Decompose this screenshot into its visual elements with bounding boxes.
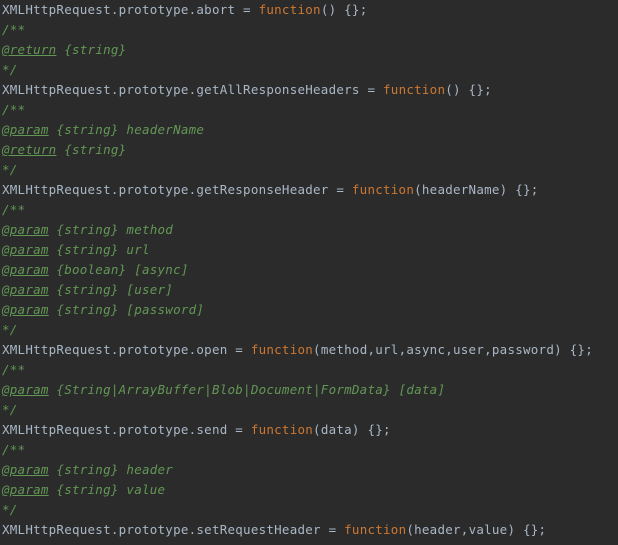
comment-line[interactable]: */: [0, 60, 618, 80]
code-line[interactable]: XMLHttpRequest.prototype.abort = functio…: [0, 0, 618, 20]
comment-line[interactable]: @param {string} url: [0, 240, 618, 260]
token-name: header: [118, 462, 174, 477]
token-type: {string}: [48, 482, 119, 497]
token-tag: @param: [2, 282, 49, 297]
token-plain: (data) {};: [313, 422, 391, 437]
comment-line[interactable]: */: [0, 160, 618, 180]
token-type: {String|ArrayBuffer|Blob|Document|FormDa…: [48, 382, 391, 397]
token-tag: @param: [2, 302, 49, 317]
token-keyword: function: [258, 2, 321, 17]
token-tag: @param: [2, 462, 49, 477]
token-name: [async]: [126, 262, 189, 277]
comment-line[interactable]: /**: [0, 100, 618, 120]
token-plain: () {};: [320, 2, 368, 17]
token-keyword: function: [250, 342, 314, 357]
token-delim: /**: [2, 22, 26, 37]
token-delim: /**: [2, 362, 26, 377]
comment-line[interactable]: @return {string}: [0, 40, 618, 60]
token-tag: @param: [2, 382, 49, 397]
comment-line[interactable]: /**: [0, 20, 618, 40]
comment-line[interactable]: @param {string} [user]: [0, 280, 618, 300]
token-delim: /**: [2, 442, 26, 457]
token-type: {string}: [48, 242, 119, 257]
token-delim: /**: [2, 102, 26, 117]
token-name: [password]: [118, 302, 205, 317]
token-tag: @param: [2, 222, 49, 237]
comment-line[interactable]: @param {string} headerName: [0, 120, 618, 140]
token-name: [data]: [390, 382, 446, 397]
token-plain: XMLHttpRequest.prototype.setRequestHeade…: [2, 522, 345, 537]
token-type: {string}: [48, 282, 119, 297]
token-type: {string}: [48, 222, 119, 237]
token-delim: */: [2, 322, 18, 337]
comment-line[interactable]: */: [0, 400, 618, 420]
comment-line[interactable]: @param {boolean} [async]: [0, 260, 618, 280]
token-plain: XMLHttpRequest.prototype.getAllResponseH…: [2, 82, 384, 97]
comment-line[interactable]: */: [0, 500, 618, 520]
token-name: url: [118, 242, 150, 257]
token-plain: (method,url,async,user,password) {};: [313, 342, 593, 357]
token-delim: */: [2, 502, 18, 517]
token-delim: */: [2, 62, 18, 77]
token-name: [user]: [118, 282, 174, 297]
token-delim: */: [2, 402, 18, 417]
token-plain: XMLHttpRequest.prototype.open =: [2, 342, 251, 357]
token-keyword: function: [351, 182, 415, 197]
comment-line[interactable]: /**: [0, 360, 618, 380]
token-delim: */: [2, 162, 18, 177]
code-line[interactable]: XMLHttpRequest.prototype.setRequestHeade…: [0, 520, 618, 540]
comment-line[interactable]: @return {string}: [0, 140, 618, 160]
token-keyword: function: [383, 82, 446, 97]
token-plain: (headerName) {};: [414, 182, 539, 197]
comment-line[interactable]: @param {string} [password]: [0, 300, 618, 320]
token-tag: @param: [2, 262, 49, 277]
comment-line[interactable]: @param {string} method: [0, 220, 618, 240]
token-name: value: [118, 482, 166, 497]
token-tag: @param: [2, 482, 49, 497]
code-line[interactable]: XMLHttpRequest.prototype.send = function…: [0, 420, 618, 440]
code-editor-pane[interactable]: XMLHttpRequest.prototype.abort = functio…: [0, 0, 618, 545]
token-tag: @return: [2, 42, 57, 57]
token-plain: () {};: [445, 82, 492, 97]
token-name: headerName: [118, 122, 205, 137]
token-plain: XMLHttpRequest.prototype.getResponseHead…: [2, 182, 352, 197]
token-type: {string}: [48, 462, 119, 477]
comment-line[interactable]: @param {string} value: [0, 480, 618, 500]
token-type: {string}: [48, 122, 119, 137]
token-type: {string}: [48, 302, 119, 317]
code-line[interactable]: XMLHttpRequest.prototype.getResponseHead…: [0, 180, 618, 200]
token-plain: XMLHttpRequest.prototype.abort =: [2, 2, 259, 17]
comment-line[interactable]: /**: [0, 440, 618, 460]
comment-line[interactable]: */: [0, 320, 618, 340]
token-plain: XMLHttpRequest.prototype.send =: [2, 422, 251, 437]
token-plain: (header,value) {};: [406, 522, 547, 537]
token-delim: /**: [2, 202, 26, 217]
token-tag: @param: [2, 242, 49, 257]
token-type: {string}: [56, 42, 127, 57]
comment-line[interactable]: @param {String|ArrayBuffer|Blob|Document…: [0, 380, 618, 400]
token-type: {string}: [56, 142, 127, 157]
token-name: method: [118, 222, 174, 237]
token-tag: @param: [2, 122, 49, 137]
token-keyword: function: [344, 522, 407, 537]
token-type: {boolean}: [48, 262, 127, 277]
token-keyword: function: [250, 422, 314, 437]
token-tag: @return: [2, 142, 57, 157]
comment-line[interactable]: @param {string} header: [0, 460, 618, 480]
comment-line[interactable]: /**: [0, 200, 618, 220]
code-line[interactable]: XMLHttpRequest.prototype.open = function…: [0, 340, 618, 360]
code-line[interactable]: XMLHttpRequest.prototype.getAllResponseH…: [0, 80, 618, 100]
